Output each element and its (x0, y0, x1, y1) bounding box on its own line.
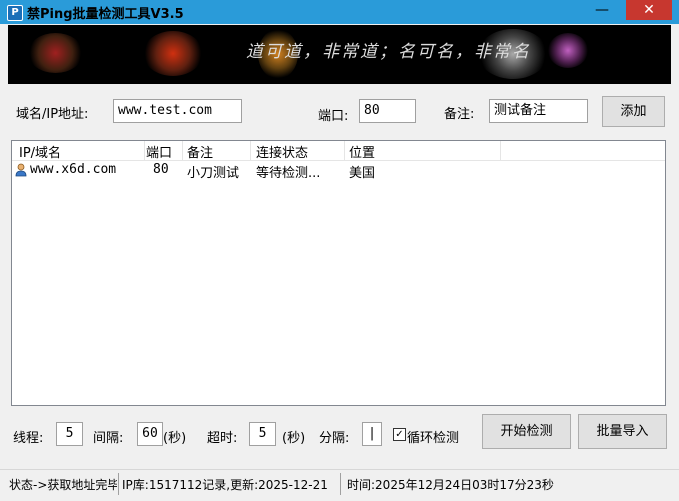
cell-host: www.x6d.com (30, 162, 117, 177)
interval-input[interactable]: 60 (137, 422, 163, 446)
split-input[interactable]: | (362, 422, 382, 446)
timeout-unit: (秒) (282, 431, 306, 446)
banner-fish-decoration (28, 33, 83, 73)
banner-calligraphy: 道可道，非常道；名可名，非常名 (246, 42, 531, 62)
cell-remark: 小刀测试 (187, 166, 240, 181)
column-header-host[interactable]: IP/域名 (19, 142, 61, 161)
domain-input[interactable]: www.test.com (113, 99, 242, 123)
window-title: 禁Ping批量检测工具V3.5 (27, 7, 184, 22)
table-row[interactable]: www.x6d.com 80 小刀测试 等待检测... 美国 (12, 161, 665, 181)
timeout-input[interactable]: 5 (249, 422, 276, 446)
cell-location: 美国 (349, 166, 376, 181)
cell-port: 80 (153, 162, 169, 177)
banner-flower-decoration (548, 33, 588, 68)
threads-label: 线程: (13, 431, 44, 446)
host-list[interactable]: IP/域名 端口 备注 连接状态 位置 www.x6d.com 80 小刀测试 … (11, 140, 666, 406)
column-header-status[interactable]: 连接状态 (256, 142, 308, 161)
add-button[interactable]: 添加 (602, 96, 665, 127)
app-icon: P (7, 5, 23, 21)
user-icon (15, 163, 27, 177)
minimize-button[interactable]: — (588, 0, 616, 20)
import-button[interactable]: 批量导入 (578, 414, 667, 449)
status-bar: 状态->获取地址完毕 IP库:1517112记录,更新:2025-12-21 时… (0, 469, 679, 501)
threads-input[interactable]: 5 (56, 422, 83, 446)
status-state: 状态->获取地址完毕 (9, 478, 117, 492)
interval-unit: (秒) (163, 431, 187, 446)
interval-label: 间隔: (93, 431, 124, 446)
title-bar[interactable]: P 禁Ping批量检测工具V3.5 — ✕ (0, 0, 679, 24)
cell-status: 等待检测... (256, 166, 321, 181)
domain-label: 域名/IP地址: (16, 107, 89, 122)
list-header: IP/域名 端口 备注 连接状态 位置 (12, 141, 665, 161)
close-button[interactable]: ✕ (626, 0, 672, 20)
status-ipdb: IP库:1517112记录,更新:2025-12-21 (122, 478, 328, 492)
remark-label: 备注: (444, 107, 475, 122)
column-header-port[interactable]: 端口 (146, 142, 172, 161)
remark-input[interactable]: 测试备注 (489, 99, 588, 123)
column-header-remark[interactable]: 备注 (187, 142, 213, 161)
port-input[interactable]: 80 (359, 99, 416, 123)
banner-fish-decoration (143, 31, 203, 76)
loop-checkbox[interactable]: ✓ (393, 428, 406, 441)
status-time: 时间:2025年12月24日03时17分23秒 (347, 478, 554, 492)
column-header-location[interactable]: 位置 (349, 142, 375, 161)
timeout-label: 超时: (207, 431, 238, 446)
loop-label[interactable]: 循环检测 (407, 427, 459, 446)
start-button[interactable]: 开始检测 (482, 414, 571, 449)
split-label: 分隔: (319, 431, 350, 446)
banner-image: 道可道，非常道；名可名，非常名 (8, 25, 671, 84)
port-label: 端口: (318, 109, 349, 124)
